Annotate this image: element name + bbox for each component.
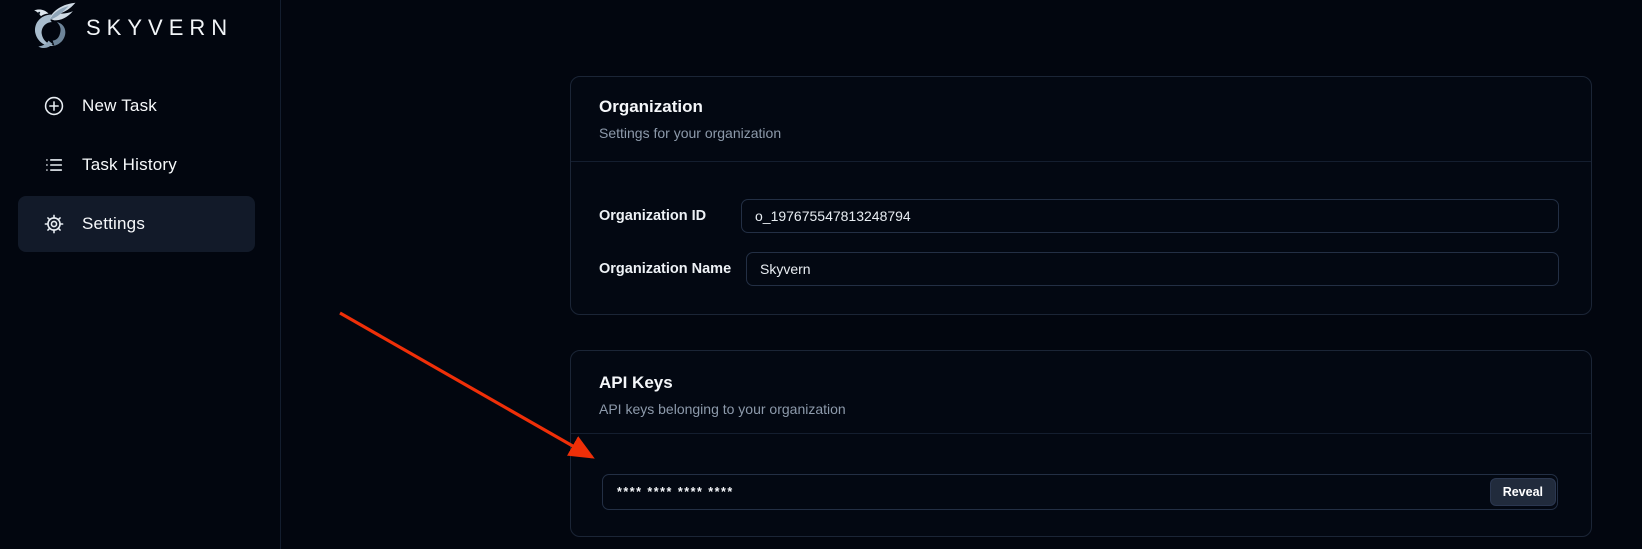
api-keys-card-title: API Keys (599, 373, 1567, 393)
sidebar-item-settings[interactable]: Settings (18, 196, 255, 252)
gear-icon (43, 213, 65, 235)
plus-circle-icon (43, 95, 65, 117)
organization-card-header: Organization Settings for your organizat… (571, 77, 1591, 162)
organization-id-row: Organization ID (599, 199, 1559, 233)
api-keys-card-body: Reveal (571, 434, 1591, 538)
api-keys-card-header: API Keys API keys belonging to your orga… (571, 351, 1591, 434)
sidebar-item-label: Settings (82, 214, 145, 234)
api-keys-card: API Keys API keys belonging to your orga… (570, 350, 1592, 537)
reveal-button[interactable]: Reveal (1490, 478, 1556, 506)
sidebar-item-task-history[interactable]: Task History (18, 137, 255, 193)
skyvern-settings-screen: SKYVERN New Task (0, 0, 1642, 549)
api-keys-card-subtitle: API keys belonging to your organization (599, 401, 1567, 417)
api-key-field: Reveal (602, 474, 1558, 510)
organization-card-body: Organization ID Organization Name (571, 162, 1591, 316)
organization-card: Organization Settings for your organizat… (570, 76, 1592, 315)
organization-card-title: Organization (599, 97, 1567, 117)
api-key-input[interactable] (602, 474, 1558, 510)
organization-id-input[interactable] (741, 199, 1559, 233)
organization-name-input[interactable] (746, 252, 1559, 286)
sidebar-item-label: Task History (82, 155, 177, 175)
list-icon (43, 154, 65, 176)
sidebar: SKYVERN New Task (0, 0, 281, 549)
sidebar-item-label: New Task (82, 96, 157, 116)
dragon-logo-icon (24, 1, 78, 55)
brand-wordmark: SKYVERN (86, 15, 233, 41)
organization-card-subtitle: Settings for your organization (599, 125, 1567, 141)
organization-name-label: Organization Name (599, 261, 746, 277)
skyvern-logo[interactable]: SKYVERN (24, 1, 233, 55)
organization-name-row: Organization Name (599, 252, 1559, 286)
organization-id-label: Organization ID (599, 208, 741, 224)
sidebar-nav: New Task Task History (18, 78, 255, 255)
sidebar-item-new-task[interactable]: New Task (18, 78, 255, 134)
